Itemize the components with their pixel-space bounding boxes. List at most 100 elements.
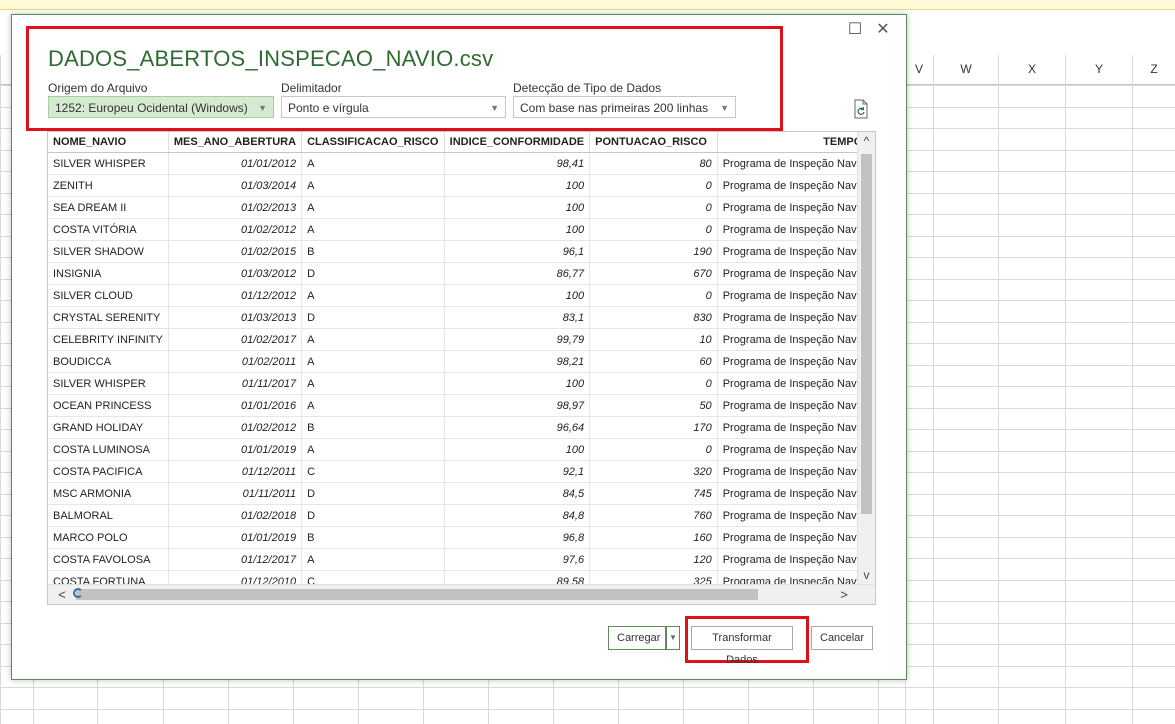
load-options-chevron-icon[interactable]: ▼ bbox=[666, 626, 680, 650]
table-cell: 830 bbox=[589, 306, 718, 329]
scroll-up-icon[interactable]: ^ bbox=[858, 132, 875, 150]
table-cell: Programa de Inspeção Navic bbox=[717, 152, 875, 175]
table-cell: SILVER SHADOW bbox=[48, 240, 169, 263]
scroll-left-icon[interactable]: < bbox=[52, 585, 72, 604]
load-button[interactable]: Carregar bbox=[608, 626, 666, 650]
file-origin-value: 1252: Europeu Ocidental (Windows) bbox=[55, 101, 248, 115]
table-row: SILVER CLOUD 01/12/2012 A 100 0 Programa de I… bbox=[48, 284, 875, 307]
column-header[interactable]: CLASSIFICACAO_RISCO bbox=[301, 132, 445, 153]
table-cell: 0 bbox=[589, 196, 718, 219]
file-origin-label: Origem do Arquivo bbox=[48, 81, 148, 95]
table-cell: A bbox=[301, 372, 445, 395]
table-cell: Programa de Inspeção Navic bbox=[717, 504, 875, 527]
table-cell: Programa de Inspeção Navic bbox=[717, 328, 875, 351]
table-cell: 97,6 bbox=[444, 548, 591, 571]
table-cell: D bbox=[301, 504, 445, 527]
table-cell: 01/02/2018 bbox=[168, 504, 303, 527]
table-cell: Programa de Inspeção Navic bbox=[717, 438, 875, 461]
table-cell: 01/03/2013 bbox=[168, 306, 303, 329]
table-cell: 0 bbox=[589, 284, 718, 307]
delimiter-value: Ponto e vírgula bbox=[288, 101, 369, 115]
table-cell: SEA DREAM II bbox=[48, 196, 169, 219]
table-cell: BOUDICCA bbox=[48, 350, 169, 373]
table-row: SEA DREAM II 01/02/2013 A 100 0 Programa de I… bbox=[48, 196, 875, 219]
table-row: SILVER SHADOW 01/02/2015 B 96,1 190 Programa … bbox=[48, 240, 875, 263]
table-cell: 01/12/2017 bbox=[168, 548, 303, 571]
scroll-down-icon[interactable]: v bbox=[858, 566, 875, 584]
table-cell: 60 bbox=[589, 350, 718, 373]
table-cell: 0 bbox=[589, 218, 718, 241]
table-cell: Programa de Inspeção Navic bbox=[717, 350, 875, 373]
table-cell: MSC ARMONIA bbox=[48, 482, 169, 505]
chevron-down-icon: ▼ bbox=[720, 103, 729, 113]
delimiter-dropdown[interactable]: Ponto e vírgula ▼ bbox=[281, 96, 506, 118]
dialog-file-title: DADOS_ABERTOS_INSPECAO_NAVIO.csv bbox=[48, 46, 494, 71]
table-cell: B bbox=[301, 240, 445, 263]
table-cell: 01/12/2011 bbox=[168, 460, 303, 483]
table-row: COSTA PACIFICA 01/12/2011 C 92,1 320 Programa… bbox=[48, 460, 875, 483]
table-cell: CELEBRITY INFINITY bbox=[48, 328, 169, 351]
table-row: COSTA FAVOLOSA 01/12/2017 A 97,6 120 Programa… bbox=[48, 548, 875, 571]
column-header-x[interactable]: X bbox=[999, 55, 1066, 84]
column-header-z[interactable]: Z bbox=[1133, 55, 1175, 84]
type-detection-value: Com base nas primeiras 200 linhas bbox=[520, 101, 709, 115]
table-row: COSTA VITÓRIA 01/02/2012 A 100 0 Programa de … bbox=[48, 218, 875, 241]
table-cell: 96,64 bbox=[444, 416, 591, 439]
table-cell: A bbox=[301, 174, 445, 197]
column-header[interactable]: MES_ANO_ABERTURA bbox=[168, 132, 303, 153]
table-cell: 100 bbox=[444, 372, 591, 395]
table-cell: A bbox=[301, 196, 445, 219]
table-cell: 96,8 bbox=[444, 526, 591, 549]
table-cell: Programa de Inspeção Navic bbox=[717, 240, 875, 263]
scroll-right-icon[interactable]: > bbox=[834, 585, 854, 604]
table-cell: Programa de Inspeção Navic bbox=[717, 526, 875, 549]
table-cell: Programa de Inspeção Navic bbox=[717, 548, 875, 571]
table-cell: ZENITH bbox=[48, 174, 169, 197]
table-cell: 0 bbox=[589, 372, 718, 395]
table-cell: 01/03/2014 bbox=[168, 174, 303, 197]
table-cell: 01/01/2019 bbox=[168, 438, 303, 461]
column-header[interactable]: INDICE_CONFORMIDADE bbox=[444, 132, 591, 153]
file-origin-dropdown[interactable]: 1252: Europeu Ocidental (Windows) ▼ bbox=[48, 96, 274, 118]
table-row: CRYSTAL SERENITY 01/03/2013 D 83,1 830 Progra… bbox=[48, 306, 875, 329]
table-cell: 01/02/2012 bbox=[168, 416, 303, 439]
table-cell: Programa de Inspeção Navic bbox=[717, 262, 875, 285]
horizontal-scrollbar[interactable]: < > bbox=[48, 584, 875, 604]
data-preview-panel[interactable]: NOME_NAVIO MES_ANO_ABERTURA CLASSIFICACA… bbox=[47, 131, 876, 605]
refresh-preview-icon[interactable] bbox=[852, 99, 870, 119]
table-cell: 01/11/2011 bbox=[168, 482, 303, 505]
column-header-y[interactable]: Y bbox=[1066, 55, 1133, 84]
close-icon[interactable]: ✕ bbox=[872, 19, 894, 41]
vertical-scrollbar[interactable]: ^ v bbox=[857, 132, 875, 584]
table-cell: 01/03/2012 bbox=[168, 262, 303, 285]
vertical-scroll-thumb[interactable] bbox=[861, 154, 872, 514]
csv-import-dialog: ☐ ✕ DADOS_ABERTOS_INSPECAO_NAVIO.csv Ori… bbox=[11, 14, 907, 680]
column-header[interactable]: NOME_NAVIO bbox=[48, 132, 169, 153]
table-cell: 01/12/2012 bbox=[168, 284, 303, 307]
table-cell: 0 bbox=[589, 438, 718, 461]
table-cell: 190 bbox=[589, 240, 718, 263]
column-header-w[interactable]: W bbox=[934, 55, 999, 84]
table-cell: A bbox=[301, 350, 445, 373]
sheet-gridline bbox=[1065, 55, 1066, 724]
table-cell: 98,41 bbox=[444, 152, 591, 175]
table-cell: 745 bbox=[589, 482, 718, 505]
table-cell: 84,8 bbox=[444, 504, 591, 527]
column-header[interactable]: PONTUACAO_RISCO bbox=[589, 132, 718, 153]
table-cell: 98,97 bbox=[444, 394, 591, 417]
table-cell: Programa de Inspeção Navic bbox=[717, 460, 875, 483]
table-cell: 160 bbox=[589, 526, 718, 549]
horizontal-scroll-thumb[interactable] bbox=[76, 589, 758, 600]
sheet-gridline bbox=[933, 55, 934, 724]
table-cell: COSTA VITÓRIA bbox=[48, 218, 169, 241]
table-cell: 01/02/2011 bbox=[168, 350, 303, 373]
maximize-icon[interactable]: ☐ bbox=[844, 19, 866, 41]
type-detection-dropdown[interactable]: Com base nas primeiras 200 linhas ▼ bbox=[513, 96, 736, 118]
column-header[interactable]: TEMPOF bbox=[717, 132, 875, 153]
cancel-button[interactable]: Cancelar bbox=[811, 626, 873, 650]
table-cell: COSTA FAVOLOSA bbox=[48, 548, 169, 571]
column-header-v[interactable]: V bbox=[905, 55, 934, 84]
sheet-gridline bbox=[1132, 55, 1133, 724]
type-detection-label: Detecção de Tipo de Dados bbox=[513, 81, 662, 95]
transform-data-button[interactable]: Transformar Dados bbox=[691, 626, 793, 666]
